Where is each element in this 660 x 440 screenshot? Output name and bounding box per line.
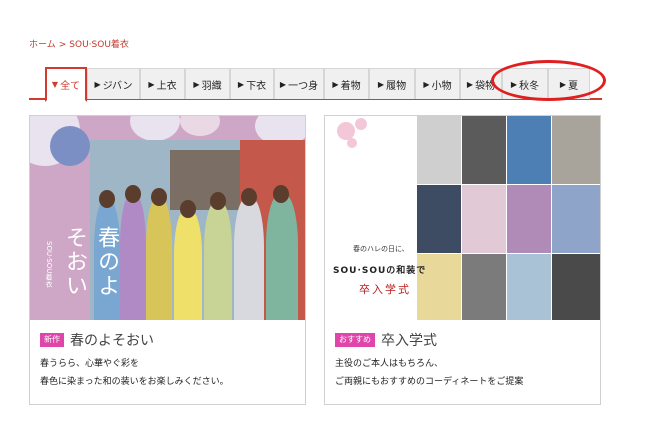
recommended-badge: おすすめ: [335, 333, 375, 347]
spring-outfit-image[interactable]: 春のよそおい SOU·SOU着衣: [30, 116, 305, 320]
person: [146, 198, 172, 320]
card-description: 春うらら、心華やぐ彩を 春色に染まった和の装いをお楽しみください。: [40, 355, 229, 391]
tab-label: 小物: [431, 80, 452, 92]
breadcrumb-home[interactable]: ホーム: [29, 40, 56, 50]
person-head: [273, 185, 289, 203]
group-photo: [90, 140, 305, 320]
play-arrow-icon: ▶: [279, 79, 287, 89]
highlight-annotation-circle: [491, 60, 606, 101]
play-arrow-icon: ▶: [237, 79, 245, 89]
chevron-down-icon: ▼: [51, 80, 59, 89]
person: [174, 210, 202, 320]
feature-card-spring[interactable]: 春のよそおい SOU·SOU着衣 新作 春のよそおい 春うらら、心華やぐ彩を 春…: [29, 115, 306, 405]
tab-kimono[interactable]: ▶ 着物: [324, 68, 369, 99]
tab-haori[interactable]: ▶ 羽織: [185, 68, 230, 99]
card-title-row: おすすめ 卒入学式: [335, 330, 437, 350]
tab-tops[interactable]: ▶ 上衣: [140, 68, 185, 99]
play-arrow-icon: ▶: [193, 79, 200, 89]
sakura-petal: [347, 138, 357, 148]
feature-card-ceremony[interactable]: 春のハレの日に、 SOU·SOUの和装で 卒入学式 おすすめ 卒入学式 主役のご…: [324, 115, 601, 405]
fan-pattern: [50, 126, 90, 166]
new-badge: 新作: [40, 333, 64, 347]
tab-label: ジバン: [102, 80, 133, 92]
tab-bottoms[interactable]: ▶ 下衣: [230, 68, 274, 99]
play-arrow-icon: ▶: [377, 79, 385, 89]
grid-photo: [552, 116, 600, 184]
tab-label: 下衣: [246, 80, 267, 92]
card-title[interactable]: 卒入学式: [381, 330, 437, 350]
tab-jiban[interactable]: ▶ ジバン: [87, 68, 140, 99]
grid-photo: [507, 185, 551, 253]
tab-label: 全て: [60, 81, 81, 92]
card-description-line: 春色に染まった和の装いをお楽しみください。: [40, 377, 229, 387]
card-description: 主役のご本人はもちろん、 ご両親にもおすすめのコーディネートをご提案: [335, 355, 523, 391]
grid-photo: [462, 254, 506, 320]
card-description-line: ご両親にもおすすめのコーディネートをご提案: [335, 377, 524, 387]
promo-subtitle: 春のハレの日に、: [353, 245, 409, 253]
tab-label: 上衣: [156, 80, 177, 92]
tab-all[interactable]: ▼ 全て: [45, 67, 87, 102]
play-arrow-icon: ▶: [332, 79, 339, 89]
card-description-line: 主役のご本人はもちろん、: [335, 359, 444, 369]
breadcrumb: ホーム > SOU·SOU着衣: [29, 37, 132, 50]
tab-accessories[interactable]: ▶ 小物: [415, 68, 460, 99]
person: [266, 195, 298, 320]
grid-photo: [552, 254, 600, 320]
tab-label: 羽織: [201, 80, 222, 92]
image-title-text: 春のよそおい: [62, 226, 119, 298]
person: [204, 202, 232, 320]
play-arrow-icon: ▶: [94, 79, 101, 89]
tab-label: 一つ身: [288, 80, 319, 92]
grid-photo: [417, 116, 461, 184]
person-head: [151, 188, 167, 206]
promo-title: 卒入学式: [359, 283, 411, 296]
person-head: [99, 190, 115, 208]
image-brand-text: SOU·SOU着衣: [45, 241, 53, 288]
person: [234, 198, 264, 320]
grid-photo: [552, 185, 600, 253]
grid-photo: [417, 185, 461, 253]
promo-brand: SOU·SOUの和装で: [333, 266, 427, 276]
ceremony-outfit-image[interactable]: 春のハレの日に、 SOU·SOUの和装で 卒入学式: [325, 116, 600, 320]
person: [120, 195, 146, 320]
tab-footwear[interactable]: ▶ 履物: [369, 68, 415, 99]
breadcrumb-separator: >: [58, 40, 67, 50]
grid-photo: [462, 185, 506, 253]
card-title-row: 新作 春のよそおい: [40, 330, 154, 350]
person-head: [241, 188, 257, 206]
play-arrow-icon: ▶: [148, 79, 155, 89]
card-description-line: 春うらら、心華やぐ彩を: [40, 359, 140, 369]
breadcrumb-current: SOU·SOU着衣: [69, 40, 129, 50]
grid-photo: [507, 254, 551, 320]
tab-label: 履物: [386, 80, 407, 92]
grid-photo: [507, 116, 551, 184]
tab-label: 着物: [340, 80, 361, 92]
person-head: [180, 200, 196, 218]
person-head: [210, 192, 226, 210]
fan-pattern: [180, 116, 220, 136]
sakura-petal: [355, 118, 367, 130]
tab-hitotsumi[interactable]: ▶ 一つ身: [274, 68, 324, 99]
play-arrow-icon: ▶: [423, 79, 430, 89]
temple-building: [170, 150, 240, 210]
grid-photo: [462, 116, 506, 184]
play-arrow-icon: ▶: [466, 79, 474, 89]
card-title[interactable]: 春のよそおい: [70, 330, 154, 350]
fan-pattern: [130, 116, 180, 141]
person-head: [125, 185, 141, 203]
